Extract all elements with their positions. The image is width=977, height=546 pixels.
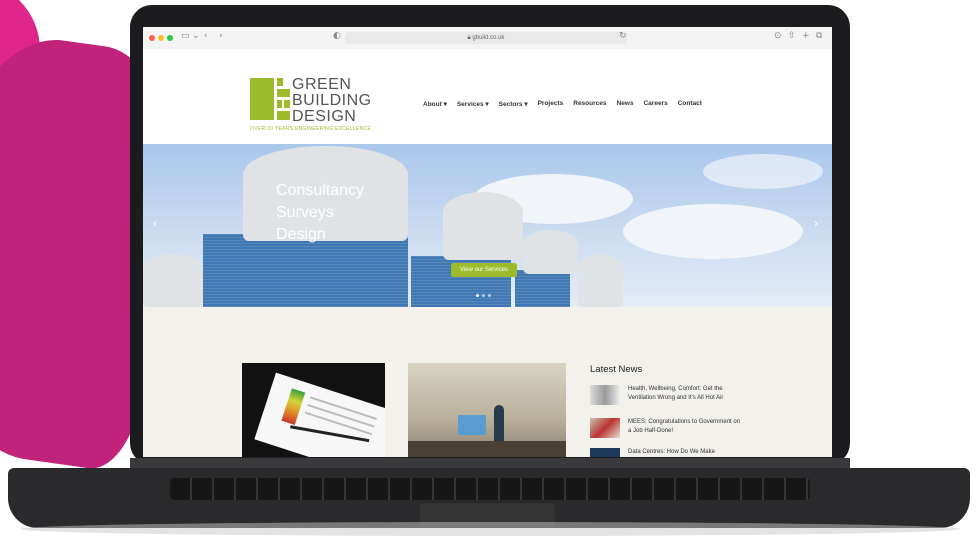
audience-row: [408, 441, 566, 457]
news-item-title[interactable]: MEES: Congratulations to Government on a…: [628, 418, 743, 435]
slide-dot-1[interactable]: [476, 294, 479, 297]
nav-services[interactable]: Services ▾: [457, 100, 489, 108]
new-tab-icon[interactable]: +: [802, 31, 810, 41]
nav-careers[interactable]: Careers: [643, 100, 667, 108]
feature-card-seminar-image[interactable]: [408, 363, 566, 457]
nav-projects[interactable]: Projects: [538, 100, 564, 108]
news-item-title[interactable]: Data Centres: How Do We Make: [628, 448, 743, 457]
hero-line-consultancy: Consultancy: [276, 182, 365, 199]
slide-dot-2[interactable]: [482, 294, 485, 297]
back-icon[interactable]: ‹: [204, 31, 208, 41]
feature-card-report-image[interactable]: [242, 363, 385, 457]
site-logo-mark[interactable]: [250, 78, 290, 120]
previous-slide-icon[interactable]: ‹: [153, 216, 157, 230]
news-item-title[interactable]: Health, Wellbeing, Comfort: Get the Vent…: [628, 385, 743, 402]
hero-line-design: Design: [276, 226, 326, 243]
minimize-window-button[interactable]: [158, 35, 164, 41]
privacy-shield-icon[interactable]: ◐: [333, 31, 341, 41]
laptop-keyboard: [170, 478, 810, 500]
share-icon[interactable]: ⇧: [788, 31, 796, 41]
hero-line-surveys: Surveys: [276, 204, 334, 221]
latest-news-heading: Latest News: [590, 364, 643, 375]
slide-dot-3[interactable]: [488, 294, 491, 297]
reload-icon[interactable]: ↻: [619, 31, 627, 41]
address-bar[interactable]: 🔒︎ gbuild.co.uk: [345, 32, 627, 44]
laptop-shadow: [20, 522, 960, 536]
presenter-figure: [494, 405, 504, 445]
downloads-icon[interactable]: ⊙: [774, 31, 782, 41]
news-thumbnail: [590, 448, 620, 457]
logo-line-design: DESIGN: [292, 108, 357, 125]
hero-heading: Consultancy Surveys Design: [276, 180, 364, 246]
forward-icon[interactable]: ›: [219, 31, 223, 41]
nav-contact[interactable]: Contact: [678, 100, 702, 108]
address-bar-url: gbuild.co.uk: [472, 35, 505, 41]
site-logo-text[interactable]: GREEN BUILDING DESIGN: [292, 77, 372, 125]
sidebar-icon[interactable]: ▭: [181, 31, 190, 41]
projector-screen-image: [458, 415, 486, 435]
slider-pagination: [476, 294, 491, 297]
report-document-image: [254, 372, 385, 457]
main-nav: About ▾ Services ▾ Sectors ▾ Projects Re…: [423, 100, 702, 108]
zoom-window-button[interactable]: [167, 35, 173, 41]
tab-overview-icon[interactable]: ⧉: [816, 31, 822, 41]
site-header: GREEN BUILDING DESIGN OVER 20 YEARS ENGI…: [143, 49, 832, 144]
nav-about[interactable]: About ▾: [423, 100, 447, 108]
logo-line-green: GREEN: [292, 76, 352, 93]
view-services-button[interactable]: View our Services: [451, 263, 517, 277]
next-slide-icon[interactable]: ›: [814, 216, 818, 230]
nav-sectors[interactable]: Sectors ▾: [499, 100, 528, 108]
close-window-button[interactable]: [149, 35, 155, 41]
logo-line-building: BUILDING: [292, 92, 372, 109]
hero-slider: ‹ › Consultancy Surveys Design View our …: [143, 144, 832, 307]
chevron-down-icon[interactable]: ⌄: [192, 31, 200, 41]
nav-news[interactable]: News: [617, 100, 634, 108]
news-thumbnail: [590, 418, 620, 438]
logo-tagline: OVER 20 YEARS ENGINEERING EXCELLENCE: [250, 126, 372, 132]
browser-toolbar: ▭ ⌄ ‹ › ◐ 🔒︎ gbuild.co.uk ↻ ⊙ ⇧ + ⧉: [143, 27, 832, 50]
content-section: Latest News Health, Wellbeing, Comfort: …: [143, 307, 832, 457]
news-thumbnail: [590, 385, 620, 405]
browser-screen: ▭ ⌄ ‹ › ◐ 🔒︎ gbuild.co.uk ↻ ⊙ ⇧ + ⧉ GREE…: [143, 27, 832, 457]
nav-resources[interactable]: Resources: [573, 100, 606, 108]
